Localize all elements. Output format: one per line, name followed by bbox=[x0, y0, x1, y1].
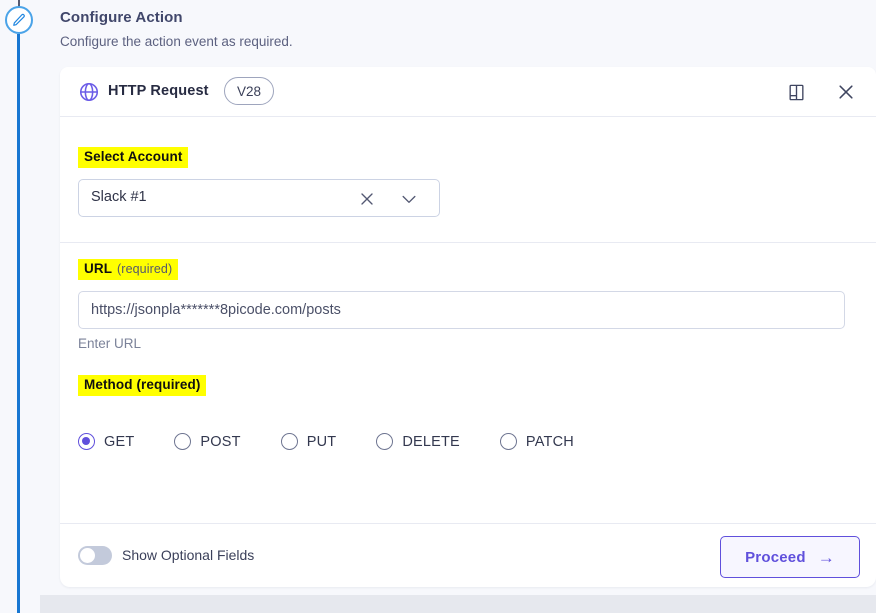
show-optional-fields-label: Show Optional Fields bbox=[122, 547, 255, 563]
account-select-value: Slack #1 bbox=[91, 189, 147, 205]
method-option-patch[interactable]: PATCH bbox=[499, 433, 574, 450]
radio-icon bbox=[376, 433, 394, 450]
radio-icon bbox=[280, 433, 298, 450]
show-optional-fields-toggle[interactable] bbox=[78, 546, 112, 565]
card-title: HTTP Request bbox=[108, 83, 209, 99]
proceed-button-label: Proceed bbox=[745, 548, 806, 566]
url-helper-text: Enter URL bbox=[78, 336, 142, 351]
screen-root: Configure Action Configure the action ev… bbox=[0, 0, 876, 613]
method-option-label: DELETE bbox=[402, 433, 460, 450]
method-option-label: GET bbox=[104, 433, 135, 450]
account-select[interactable]: Slack #1 bbox=[78, 179, 440, 217]
rail-step-node[interactable] bbox=[5, 6, 33, 34]
method-option-post[interactable]: POST bbox=[174, 433, 241, 450]
chevron-down-icon[interactable] bbox=[399, 189, 419, 209]
url-input[interactable] bbox=[78, 291, 845, 329]
book-icon[interactable] bbox=[784, 80, 808, 104]
url-label-text: URL bbox=[84, 261, 113, 276]
arrow-right-icon: → bbox=[817, 547, 835, 567]
version-badge: V28 bbox=[224, 77, 275, 105]
method-option-get[interactable]: GET bbox=[78, 433, 134, 450]
method-label-wrap: Method (required) bbox=[78, 375, 858, 396]
method-option-label: PATCH bbox=[525, 433, 574, 450]
method-option-label: POST bbox=[200, 433, 241, 450]
action-config-card: HTTP Request V28 Select Account Slack #1… bbox=[60, 67, 876, 587]
close-icon[interactable] bbox=[834, 80, 858, 104]
card-header: HTTP Request V28 bbox=[60, 67, 876, 117]
account-section: Select Account Slack #1 bbox=[60, 117, 876, 243]
url-required-text: (required) bbox=[117, 262, 173, 276]
toggle-knob bbox=[80, 548, 95, 563]
radio-icon bbox=[499, 433, 517, 450]
workflow-rail bbox=[0, 0, 40, 613]
fields-section: URL (required) Enter URL Method (required… bbox=[60, 243, 876, 521]
method-option-label: PUT bbox=[306, 433, 337, 450]
page-bottom-strip bbox=[40, 595, 876, 613]
rail-connector-bottom bbox=[17, 34, 20, 613]
page-subtitle: Configure the action event as required. bbox=[60, 34, 293, 49]
url-label: URL (required) bbox=[78, 259, 179, 280]
method-option-put[interactable]: PUT bbox=[280, 433, 337, 450]
radio-icon bbox=[78, 433, 95, 450]
proceed-button[interactable]: Proceed → bbox=[720, 536, 860, 578]
page-body: Configure Action Configure the action ev… bbox=[40, 0, 876, 613]
method-radio-group: GET POST PUT DELETE PATCH bbox=[78, 433, 858, 450]
pencil-icon bbox=[12, 13, 26, 27]
clear-x-icon[interactable] bbox=[357, 189, 377, 209]
method-option-delete[interactable]: DELETE bbox=[376, 433, 460, 450]
card-footer: Show Optional Fields Proceed → bbox=[60, 523, 876, 587]
method-label: Method (required) bbox=[78, 375, 207, 396]
select-account-label: Select Account bbox=[78, 147, 189, 168]
radio-icon bbox=[174, 433, 192, 450]
page-title: Configure Action bbox=[60, 9, 183, 26]
globe-icon bbox=[78, 81, 100, 103]
